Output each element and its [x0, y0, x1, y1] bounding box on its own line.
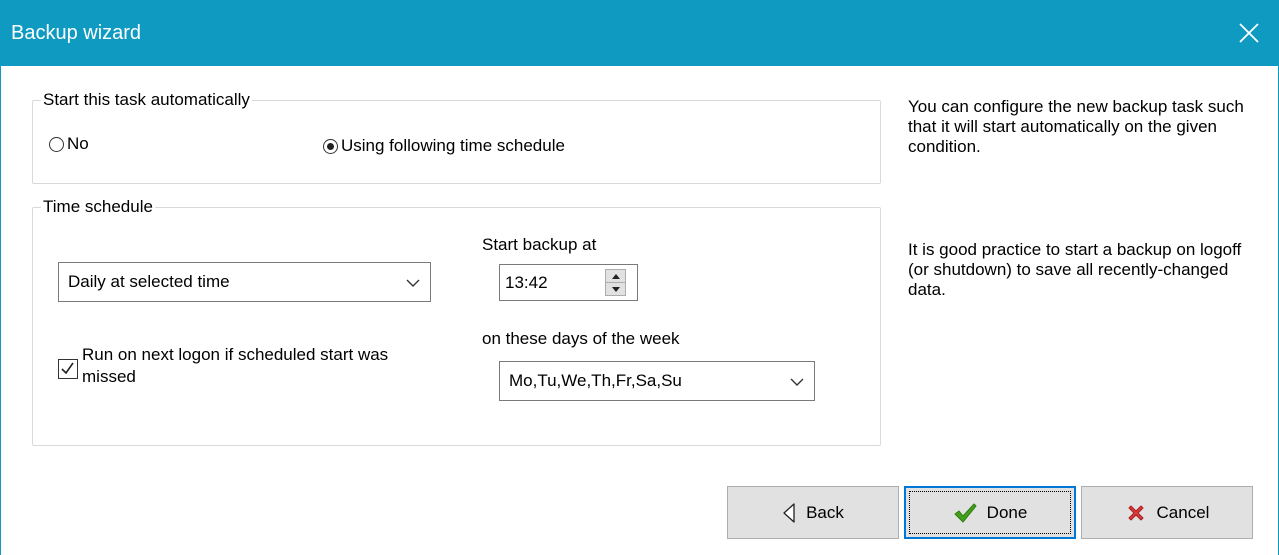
spin-up-button[interactable] [605, 269, 626, 283]
start-backup-label: Start backup at [482, 235, 597, 254]
start-time-value[interactable]: 13:42 [505, 273, 548, 293]
title-bar: Backup wizard [1, 0, 1279, 66]
cancel-x-icon [1128, 505, 1144, 520]
close-icon [1239, 23, 1259, 43]
chevron-down-icon [406, 279, 420, 287]
days-value: Mo,Tu,We,Th,Fr,Sa,Su [509, 371, 682, 390]
radio-use-schedule-label: Using following time schedule [341, 136, 565, 155]
arrow-up-icon [611, 273, 620, 279]
close-button[interactable] [1218, 0, 1279, 66]
done-button[interactable]: Done [904, 486, 1076, 539]
backup-wizard-window: Backup wizard Start this task automatica… [0, 0, 1279, 555]
chevron-down-icon [790, 378, 804, 386]
time-schedule-group: Time schedule [32, 198, 881, 446]
help-text-1: You can configure the new backup task su… [908, 97, 1244, 156]
cancel-label: Cancel [1156, 502, 1210, 522]
checkbox-box[interactable] [58, 359, 78, 379]
cancel-button[interactable]: Cancel [1081, 486, 1253, 539]
back-arrow-icon [783, 502, 795, 523]
days-of-week-label: on these days of the week [482, 329, 680, 348]
spin-down-button[interactable] [605, 283, 626, 296]
frequency-value: Daily at selected time [68, 272, 230, 291]
radio-selected-dot [327, 142, 334, 150]
arrow-down-icon [611, 286, 620, 292]
check-mark-icon [61, 362, 74, 375]
days-dropdown[interactable]: Mo,Tu,We,Th,Fr,Sa,Su [499, 361, 815, 401]
time-schedule-legend: Time schedule [43, 197, 153, 216]
back-label: Back [806, 502, 844, 522]
radio-no[interactable]: No [49, 134, 89, 154]
radio-no-label: No [67, 134, 89, 153]
run-missed-label: Run on next logon if scheduled start was… [82, 345, 389, 386]
window-title: Backup wizard [11, 22, 142, 44]
radio-use-schedule-circle[interactable] [323, 138, 338, 154]
help-text-2: It is good practice to start a backup on… [908, 240, 1242, 299]
auto-start-legend: Start this task automatically [43, 90, 250, 109]
radio-use-schedule[interactable]: Using following time schedule [323, 136, 565, 156]
checkmark-icon [954, 503, 977, 522]
radio-no-circle[interactable] [49, 136, 64, 152]
done-label: Done [986, 502, 1028, 522]
back-button[interactable]: Back [727, 486, 899, 539]
start-time-spinner[interactable]: 13:42 [499, 264, 638, 301]
run-missed-checkbox[interactable]: Run on next logon if scheduled start was… [58, 344, 442, 388]
frequency-dropdown[interactable]: Daily at selected time [58, 262, 431, 302]
